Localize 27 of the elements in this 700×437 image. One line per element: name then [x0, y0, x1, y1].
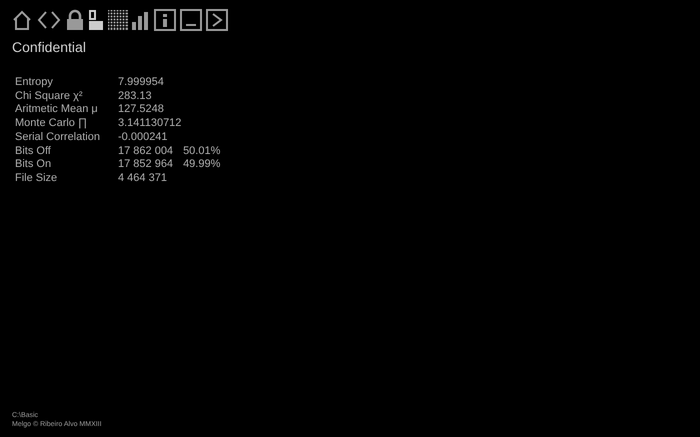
info-icon[interactable] [154, 9, 176, 31]
stat-value: 283.13 [118, 90, 152, 104]
stat-value: 127.5248 [118, 103, 164, 118]
stat-label: Aritmetic Mean μ [15, 103, 99, 118]
stat-label: Serial Correlation [15, 130, 101, 145]
stat-label: File Size [15, 172, 58, 186]
bar-chart-icon[interactable] [132, 10, 150, 30]
grid-icon[interactable] [108, 10, 128, 30]
stat-label: Monte Carlo ∏ [15, 117, 88, 131]
stat-percent: 50.01% [183, 144, 220, 158]
stat-value: 17 852 964 [118, 158, 174, 172]
stat-value: 3.141130712 [118, 117, 182, 131]
stat-label: Chi Square χ² [15, 90, 84, 104]
stat-percent: 49.99% [183, 158, 220, 172]
chevron-box-icon[interactable] [206, 9, 228, 31]
stat-value: 17 862 004 [118, 144, 174, 158]
code-brackets-icon[interactable] [36, 9, 62, 31]
stat-value: -0.000241 [118, 130, 168, 145]
stat-value: 7.999954 [118, 76, 164, 90]
stat-label: Bits Off [15, 144, 52, 158]
stat-label: Bits On [15, 158, 52, 172]
lock-icon[interactable] [66, 9, 84, 31]
underscore-box-icon[interactable] [180, 9, 202, 31]
stat-label: Entropy [15, 76, 54, 90]
stat-value: 4 464 371 [118, 172, 167, 186]
page-title: Confidential [12, 39, 87, 55]
home-icon[interactable] [12, 9, 32, 31]
